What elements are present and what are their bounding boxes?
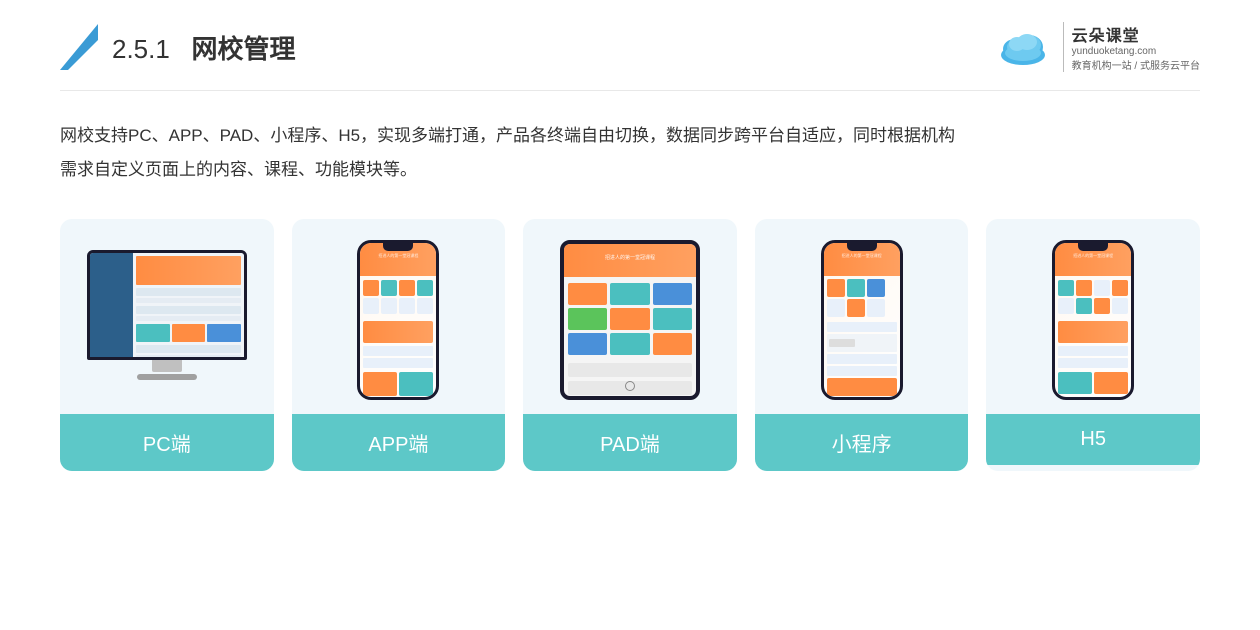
card-pad-image: 招进人的第一堂冠课程	[523, 219, 737, 414]
card-pc-label: PC端	[60, 414, 274, 471]
tablet-mockup: 招进人的第一堂冠课程	[560, 240, 700, 400]
phone-mockup-app: 招进人的第一堂冠课程	[357, 240, 439, 400]
pc-mockup	[87, 250, 247, 390]
description-line1: 网校支持PC、APP、PAD、小程序、H5，实现多端打通，产品各终端自由切换，数…	[60, 119, 1200, 153]
description-block: 网校支持PC、APP、PAD、小程序、H5，实现多端打通，产品各终端自由切换，数…	[60, 119, 1200, 187]
card-pad-label: PAD端	[523, 414, 737, 471]
card-pad: 招进人的第一堂冠课程	[523, 219, 737, 471]
brand-cloud-icon	[995, 27, 1051, 67]
brand-text: 云朵课堂 yunduoketang.com 教育机构一站 / 式服务云平台	[1063, 22, 1200, 72]
card-app-label: APP端	[292, 414, 506, 471]
cards-container: PC端 招进人的第一堂冠课程	[60, 219, 1200, 471]
card-h5-label: H5	[986, 414, 1200, 465]
card-app: 招进人的第一堂冠课程	[292, 219, 506, 471]
header-title: 2.5.1 网校管理	[112, 29, 296, 66]
phone-mockup-mini: 招进人的第一堂冠课程	[821, 240, 903, 400]
phone-screen-mini: 招进人的第一堂冠课程	[824, 243, 900, 397]
brand-tagline: 教育机构一站 / 式服务云平台	[1072, 57, 1200, 72]
card-pc: PC端	[60, 219, 274, 471]
monitor-base	[137, 374, 197, 380]
phone-screen-app: 招进人的第一堂冠课程	[360, 243, 436, 397]
monitor-frame	[87, 250, 247, 360]
monitor-stand	[152, 360, 182, 372]
monitor-screen	[90, 253, 244, 357]
card-app-image: 招进人的第一堂冠课程	[292, 219, 506, 414]
main-page: 2.5.1 网校管理	[0, 0, 1260, 630]
description-line2: 需求自定义页面上的内容、课程、功能模块等。	[60, 153, 1200, 187]
header-left: 2.5.1 网校管理	[60, 24, 296, 70]
card-h5-image: 招进人的第一堂冠课程	[986, 219, 1200, 414]
card-miniprogram-label: 小程序	[755, 414, 969, 471]
phone-screen-h5: 招进人的第一堂冠课程	[1055, 243, 1131, 397]
brand-logo: 云朵课堂 yunduoketang.com 教育机构一站 / 式服务云平台	[995, 22, 1200, 72]
header: 2.5.1 网校管理	[60, 0, 1200, 91]
logo-icon	[60, 24, 98, 70]
tablet-screen: 招进人的第一堂冠课程	[564, 244, 696, 396]
phone-mockup-h5: 招进人的第一堂冠课程	[1052, 240, 1134, 400]
card-miniprogram: 招进人的第一堂冠课程	[755, 219, 969, 471]
card-pc-image	[60, 219, 274, 414]
card-miniprogram-image: 招进人的第一堂冠课程	[755, 219, 969, 414]
card-h5: 招进人的第一堂冠课程	[986, 219, 1200, 471]
